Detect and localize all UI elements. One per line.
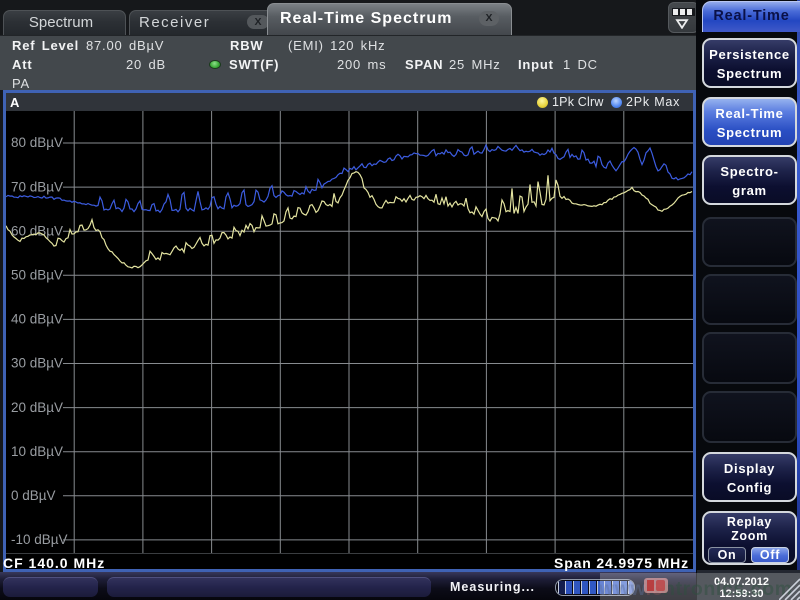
- svg-text:-10 dBµV: -10 dBµV: [11, 532, 68, 547]
- svg-text:20 dBµV: 20 dBµV: [11, 400, 63, 415]
- svg-text:80 dBµV: 80 dBµV: [11, 135, 63, 150]
- svg-text:70 dBµV: 70 dBµV: [11, 179, 63, 194]
- svg-text:40 dBµV: 40 dBµV: [11, 312, 63, 327]
- svg-text:50 dBµV: 50 dBµV: [11, 268, 63, 283]
- svg-text:30 dBµV: 30 dBµV: [11, 356, 63, 371]
- svg-text:10 dBµV: 10 dBµV: [11, 444, 63, 459]
- svg-text:0 dBµV: 0 dBµV: [11, 488, 56, 503]
- svg-text:60 dBµV: 60 dBµV: [11, 223, 63, 238]
